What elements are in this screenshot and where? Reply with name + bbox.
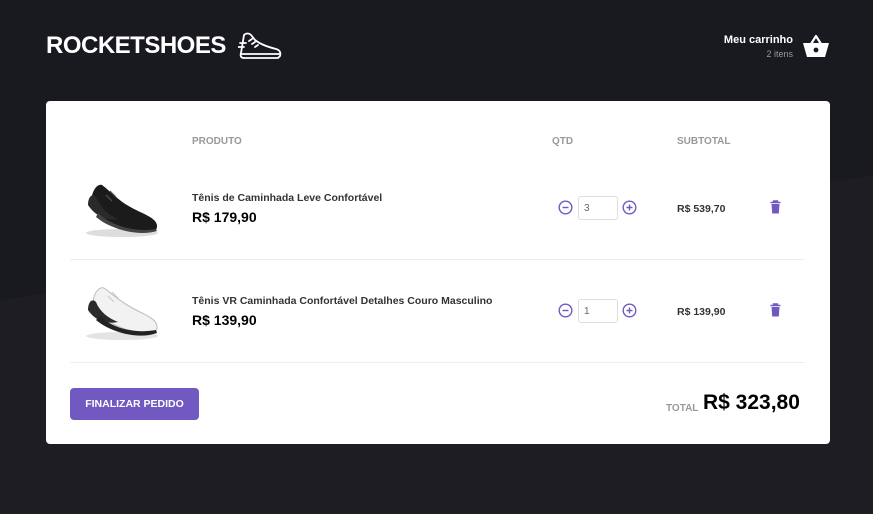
product-subtotal: R$ 539,70 <box>677 203 726 215</box>
product-price: R$ 139,90 <box>192 312 257 328</box>
increase-quantity-button[interactable] <box>622 303 637 318</box>
increase-quantity-button[interactable] <box>622 200 637 215</box>
product-subtotal: R$ 139,90 <box>677 306 726 318</box>
column-header-subtotal: SUBTOTAL <box>677 136 731 147</box>
quantity-input[interactable] <box>578 196 618 220</box>
column-header-qty: QTD <box>552 136 574 147</box>
delete-icon[interactable] <box>769 200 782 214</box>
total-label: TOTAL <box>666 403 699 414</box>
cart-count: 2 itens <box>766 48 793 59</box>
logo-text: ROCKETSHOES <box>46 32 226 59</box>
product-title: Tênis VR Caminhada Confortável Detalhes … <box>192 295 493 307</box>
delete-icon[interactable] <box>769 303 782 317</box>
product-image-black-sneaker <box>86 184 158 237</box>
quantity-input[interactable] <box>578 299 618 323</box>
logo[interactable]: ROCKETSHOES <box>46 29 282 63</box>
product-price: R$ 179,90 <box>192 209 257 225</box>
header: ROCKETSHOES Meu carrinho 2 itens <box>46 26 830 66</box>
cart-info: Meu carrinho 2 itens <box>724 34 793 59</box>
finalize-order-button[interactable]: FINALIZAR PEDIDO <box>70 388 199 420</box>
product-title: Tênis de Caminhada Leve Confortável <box>192 192 383 204</box>
decrease-quantity-button[interactable] <box>558 200 573 215</box>
basket-icon <box>803 34 829 57</box>
sneaker-icon <box>237 32 282 59</box>
table-row: Tênis de Caminhada Leve Confortável R$ 1… <box>70 157 805 260</box>
cart-title: Meu carrinho <box>723 33 793 46</box>
decrease-quantity-button[interactable] <box>558 303 573 318</box>
product-image-white-sneaker <box>86 287 158 340</box>
total-value: R$ 323,80 <box>703 391 800 414</box>
cart-table-card: PRODUTO QTD SUBTOTAL Tênis de Caminhada … <box>46 101 830 444</box>
table-row: Tênis VR Caminhada Confortável Detalhes … <box>70 260 805 363</box>
cart-button[interactable]: Meu carrinho 2 itens <box>724 33 830 59</box>
column-header-product: PRODUTO <box>192 136 242 147</box>
